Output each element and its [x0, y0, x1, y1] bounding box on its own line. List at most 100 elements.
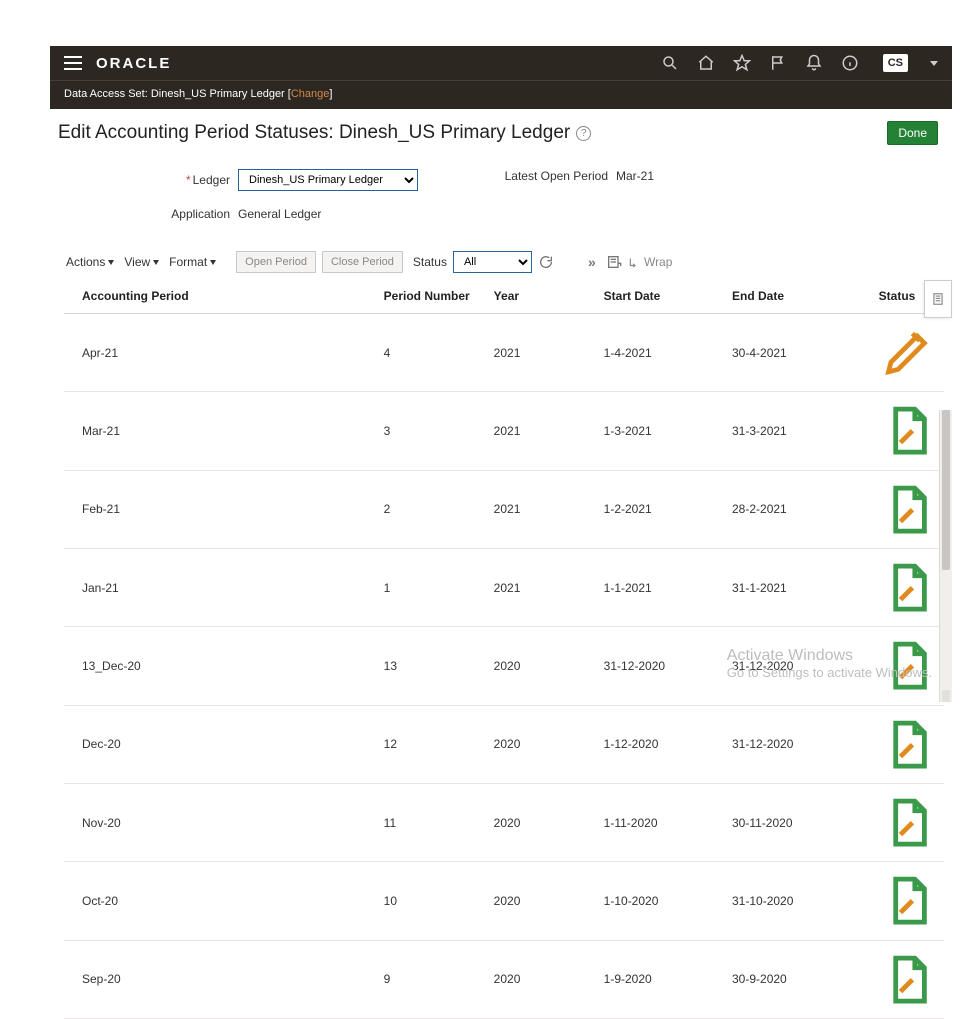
cell-number: 2	[376, 470, 486, 548]
pencil-icon[interactable]	[879, 324, 936, 381]
cell-year: 2020	[486, 783, 596, 861]
cell-number: 1	[376, 548, 486, 626]
cell-period: Sep-20	[64, 940, 376, 1018]
cell-start: 1-4-2021	[596, 314, 724, 392]
table-row[interactable]: Feb-21220211-2-202128-2-2021	[64, 470, 944, 548]
home-icon[interactable]	[697, 54, 715, 72]
col-year[interactable]: Year	[486, 279, 596, 314]
cell-end: 28-2-2021	[724, 470, 871, 548]
view-menu[interactable]: View	[122, 253, 161, 271]
cell-end: 31-10-2020	[724, 862, 871, 940]
cell-start: 1-9-2020	[596, 940, 724, 1018]
cell-start: 1-11-2020	[596, 783, 724, 861]
cell-number: 4	[376, 314, 486, 392]
application-value: General Ledger	[238, 207, 321, 221]
export-icon[interactable]	[606, 254, 622, 270]
doc-open-icon[interactable]	[879, 951, 936, 1008]
menu-icon[interactable]	[64, 56, 82, 70]
side-panel-toggle[interactable]	[924, 280, 952, 318]
cell-year: 2021	[486, 392, 596, 470]
wrap-toggle[interactable]: Wrap	[628, 255, 672, 269]
cell-start: 1-12-2020	[596, 705, 724, 783]
status-label: Status	[413, 255, 447, 269]
cell-start: 1-10-2020	[596, 862, 724, 940]
cell-period: Oct-20	[64, 862, 376, 940]
cell-number: 11	[376, 783, 486, 861]
cell-end: 30-4-2021	[724, 314, 871, 392]
change-link[interactable]: Change	[291, 88, 330, 100]
global-header: ORACLE CS	[50, 46, 952, 80]
cell-year: 2021	[486, 548, 596, 626]
table-row[interactable]: Nov-201120201-11-202030-11-2020	[64, 783, 944, 861]
ledger-select[interactable]: Dinesh_US Primary Ledger	[238, 169, 418, 191]
cell-start: 1-2-2021	[596, 470, 724, 548]
format-menu[interactable]: Format	[167, 253, 218, 271]
table-row[interactable]: Dec-201220201-12-202031-12-2020	[64, 705, 944, 783]
data-access-value: Dinesh_US Primary Ledger	[151, 88, 285, 100]
cell-year: 2021	[486, 470, 596, 548]
help-icon[interactable]: ?	[576, 126, 591, 141]
info-icon[interactable]	[841, 54, 859, 72]
cell-year: 2020	[486, 705, 596, 783]
bell-icon[interactable]	[805, 54, 823, 72]
cell-end: 31-12-2020	[724, 705, 871, 783]
doc-open-icon[interactable]	[879, 794, 936, 851]
cell-start: 1-3-2021	[596, 392, 724, 470]
doc-open-icon[interactable]	[879, 872, 936, 929]
cell-number: 12	[376, 705, 486, 783]
col-accounting-period[interactable]: Accounting Period	[64, 279, 376, 314]
ledger-label: Ledger	[193, 173, 230, 187]
doc-open-icon[interactable]	[879, 716, 936, 773]
col-start-date[interactable]: Start Date	[596, 279, 724, 314]
page-title: Edit Accounting Period Statuses: Dinesh_…	[58, 122, 570, 144]
brand-logo: ORACLE	[96, 55, 171, 72]
periods-table: Accounting Period Period Number Year Sta…	[64, 279, 944, 1019]
cell-year: 2021	[486, 314, 596, 392]
cell-period: Apr-21	[64, 314, 376, 392]
status-select[interactable]: All	[453, 251, 532, 273]
cell-period: Dec-20	[64, 705, 376, 783]
cell-year: 2020	[486, 862, 596, 940]
chevron-down-icon[interactable]	[930, 61, 938, 66]
application-label: Application	[170, 207, 230, 221]
table-row[interactable]: Sep-20920201-9-202030-9-2020	[64, 940, 944, 1018]
cell-end: 31-1-2021	[724, 548, 871, 626]
detach-icon[interactable]: »	[584, 254, 600, 270]
cell-number: 9	[376, 940, 486, 1018]
cell-year: 2020	[486, 940, 596, 1018]
cell-number: 13	[376, 627, 486, 705]
cell-year: 2020	[486, 627, 596, 705]
cell-end: 30-9-2020	[724, 940, 871, 1018]
table-row[interactable]: Apr-21420211-4-202130-4-2021	[64, 314, 944, 392]
actions-menu[interactable]: Actions	[64, 253, 116, 271]
cell-period: Mar-21	[64, 392, 376, 470]
col-period-number[interactable]: Period Number	[376, 279, 486, 314]
cell-number: 3	[376, 392, 486, 470]
flag-icon[interactable]	[769, 54, 787, 72]
table-row[interactable]: Oct-201020201-10-202031-10-2020	[64, 862, 944, 940]
open-period-button[interactable]: Open Period	[236, 251, 316, 273]
cell-period: 13_Dec-20	[64, 627, 376, 705]
cell-number: 10	[376, 862, 486, 940]
cell-end: 30-11-2020	[724, 783, 871, 861]
vertical-scrollbar[interactable]	[939, 410, 952, 702]
table-row[interactable]: Mar-21320211-3-202131-3-2021	[64, 392, 944, 470]
favorites-icon[interactable]	[733, 54, 751, 72]
table-row[interactable]: 13_Dec-2013202031-12-202031-12-2020	[64, 627, 944, 705]
done-button[interactable]: Done	[887, 121, 938, 145]
cell-start: 31-12-2020	[596, 627, 724, 705]
close-period-button[interactable]: Close Period	[322, 251, 403, 273]
table-row[interactable]: Jan-21120211-1-202131-1-2021	[64, 548, 944, 626]
doc-open-icon[interactable]	[879, 637, 936, 694]
search-icon[interactable]	[661, 54, 679, 72]
data-access-bar: Data Access Set: Dinesh_US Primary Ledge…	[50, 80, 952, 109]
latest-open-value: Mar-21	[616, 169, 654, 183]
doc-open-icon[interactable]	[879, 481, 936, 538]
data-access-label: Data Access Set:	[64, 88, 151, 100]
col-end-date[interactable]: End Date	[724, 279, 871, 314]
user-badge[interactable]: CS	[883, 54, 908, 72]
refresh-icon[interactable]	[538, 254, 554, 270]
doc-open-icon[interactable]	[879, 559, 936, 616]
doc-open-icon[interactable]	[879, 402, 936, 459]
cell-end: 31-3-2021	[724, 392, 871, 470]
